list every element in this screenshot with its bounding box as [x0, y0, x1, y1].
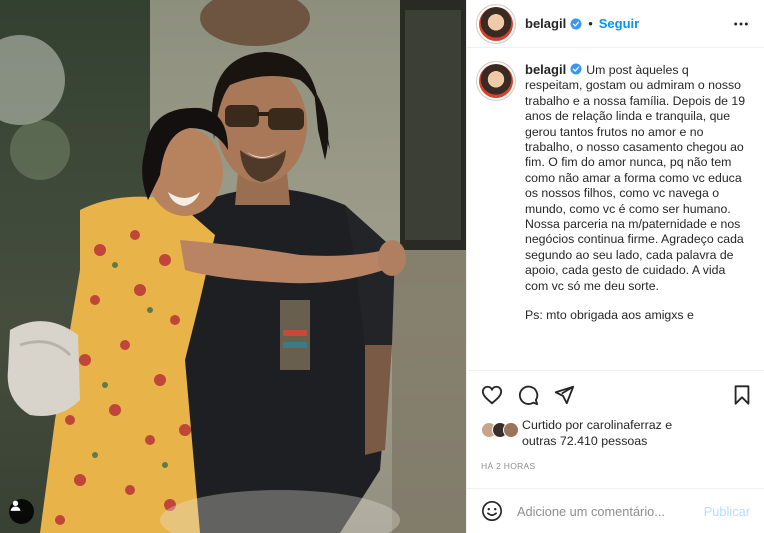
verified-badge-icon: [570, 63, 582, 75]
caption-avatar[interactable]: [479, 64, 513, 98]
comment-input[interactable]: [517, 503, 704, 519]
likes-text[interactable]: Curtido por carolinaferraz e outras 72.4…: [522, 418, 672, 449]
share-icon[interactable]: [553, 384, 575, 406]
caption-area[interactable]: belagil Um post àqueles q respeitam, gost…: [467, 48, 764, 370]
publish-button[interactable]: Publicar: [704, 504, 750, 519]
user-tag-icon[interactable]: [9, 499, 34, 524]
post-header: belagil • Seguir: [467, 0, 764, 48]
caption-username-link[interactable]: belagil: [525, 62, 566, 77]
liker-avatar: [503, 422, 519, 438]
action-bar: [467, 370, 764, 418]
caption-text: belagil Um post àqueles q respeitam, gost…: [525, 62, 749, 324]
comment-bar: Publicar: [467, 488, 764, 533]
follow-button[interactable]: Seguir: [599, 16, 639, 31]
post-timestamp[interactable]: HÁ 2 HORAS: [481, 461, 536, 471]
bookmark-icon[interactable]: [731, 384, 753, 406]
caption-body: Um post àqueles q respeitam, gostam ou a…: [525, 63, 746, 293]
person-icon: [10, 500, 21, 511]
emoji-icon[interactable]: [481, 500, 503, 522]
post-photo[interactable]: [0, 0, 466, 533]
likes-section: Curtido por carolinaferraz e outras 72.4…: [481, 418, 754, 460]
post-side-panel: belagil • Seguir belagil Um post àqueles …: [466, 0, 764, 533]
couple-photo-illustration: [0, 0, 466, 533]
comment-icon[interactable]: [517, 384, 539, 406]
heart-icon[interactable]: [481, 384, 503, 406]
likes-line-2[interactable]: outras 72.410 pessoas: [522, 434, 672, 450]
caption-row: belagil Um post àqueles q respeitam, gost…: [479, 62, 750, 324]
separator-dot: •: [588, 16, 593, 31]
liker-avatars: [481, 422, 519, 438]
caption-ps: Ps: mto obrigada aos amigxs e: [525, 308, 694, 323]
more-options-icon[interactable]: [732, 16, 750, 32]
username-link[interactable]: belagil: [525, 16, 566, 31]
verified-badge-icon: [570, 18, 582, 29]
avatar[interactable]: [479, 6, 513, 41]
likes-line-1[interactable]: Curtido por carolinaferraz e: [522, 418, 672, 434]
